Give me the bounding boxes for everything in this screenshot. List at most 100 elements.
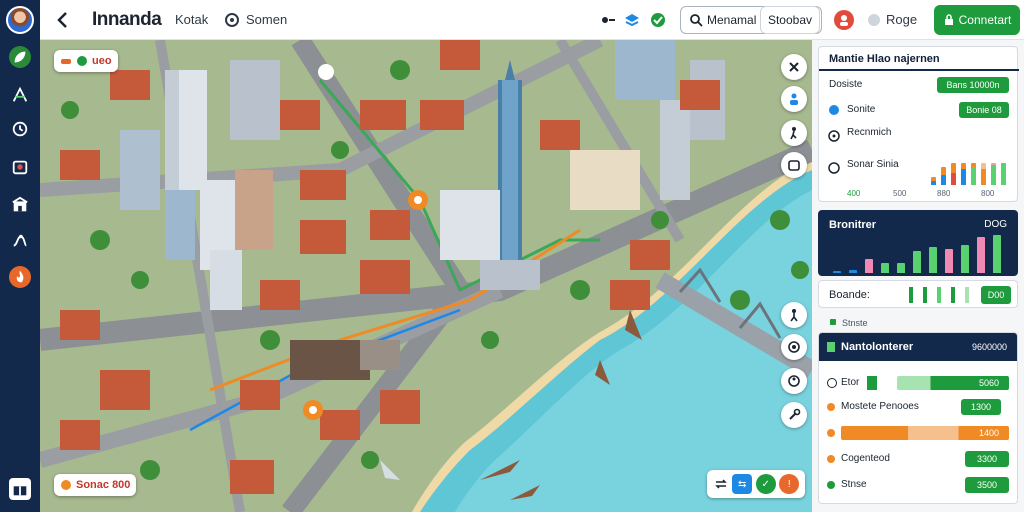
row-icon — [827, 429, 835, 437]
list-label-3: Cogenteod — [841, 453, 890, 464]
building-icon[interactable] — [9, 156, 31, 178]
row-sonite-label: Sonite — [847, 104, 876, 115]
map-scene — [40, 40, 812, 512]
list-value-3: 3300 — [965, 451, 1009, 467]
accessibility-button[interactable] — [781, 368, 807, 394]
caption-marker — [830, 319, 836, 325]
mini-bar — [941, 175, 946, 185]
stats-list-card: Nantolonterer 9600000 Etor 5060 Mostete … — [818, 332, 1018, 504]
traffic-icon — [788, 341, 800, 353]
traffic-button[interactable] — [781, 334, 807, 360]
mini-bar — [931, 181, 936, 185]
clock-icon[interactable] — [9, 118, 31, 140]
map-toolbar: ⇆ ✓ ! — [707, 470, 805, 498]
pin-icon[interactable] — [598, 10, 618, 30]
row-dosiste-label: Dosiste — [829, 79, 863, 90]
lock-icon — [944, 14, 953, 25]
car-icon — [61, 59, 71, 64]
walk-icon — [790, 127, 797, 140]
alert-icon[interactable]: ! — [779, 474, 800, 494]
share-button[interactable] — [781, 152, 807, 178]
row-icon — [827, 481, 835, 489]
stats-list-title: Nantolonterer — [841, 341, 914, 353]
axis-tick: 800 — [981, 189, 995, 198]
summary-bar — [977, 237, 985, 273]
flame-icon[interactable] — [9, 266, 31, 288]
check-badge-icon[interactable] — [648, 10, 668, 30]
summary-bar — [929, 247, 937, 273]
right-panel: Mantie Hlao najernen Dosiste Bans 10000n… — [812, 40, 1024, 512]
map-info-badge[interactable]: ueo — [54, 50, 118, 72]
hiking-button[interactable] — [781, 302, 807, 328]
list-value-2: 1400 — [978, 428, 1000, 438]
gift-icon[interactable] — [9, 478, 31, 500]
route-icon[interactable] — [9, 230, 31, 252]
user-location-button[interactable] — [781, 86, 807, 112]
person-icon — [790, 93, 798, 105]
row-sonite-value: Bonie 08 — [959, 102, 1009, 118]
list-label-0: Etor — [841, 377, 860, 388]
directions-button[interactable] — [781, 120, 807, 146]
search-value: Menamal — [707, 13, 757, 27]
sub-metric-value: D00 — [981, 286, 1011, 304]
list-label-4: Stnse — [841, 479, 867, 490]
list-bar-0 — [867, 376, 877, 390]
chart-icon — [828, 162, 840, 174]
marker-icon — [61, 480, 71, 490]
layers-icon[interactable] — [622, 10, 642, 30]
nav-kotak[interactable]: Kotak — [175, 12, 208, 27]
management-card-title: Mantie Hlao najernen — [829, 53, 940, 65]
summary-card: Bronitrer DOG — [818, 210, 1018, 276]
store-icon[interactable] — [9, 194, 31, 216]
route-swap-icon[interactable] — [713, 476, 729, 492]
summary-title: Bronitrer — [829, 219, 877, 231]
app-title: Innanda — [92, 9, 162, 30]
green-dot-icon — [77, 56, 87, 66]
city-map[interactable]: ueo Sonac 800 ⇆ ✓ ! — [40, 40, 812, 512]
row-icon — [827, 378, 837, 388]
connect-button[interactable]: Connetart — [934, 5, 1020, 35]
stats-list-header: Nantolonterer 9600000 — [819, 333, 1017, 361]
mini-bar — [991, 165, 996, 185]
back-arrow-icon[interactable] — [52, 9, 74, 31]
leaf-icon[interactable] — [9, 46, 31, 68]
confirm-icon[interactable]: ✓ — [755, 474, 776, 494]
settings-icon[interactable] — [222, 10, 242, 30]
sub-bar — [965, 287, 969, 303]
navigation-icon[interactable]: ⇆ — [732, 474, 753, 494]
list-value-0: 5060 — [978, 378, 1000, 388]
left-rail — [0, 0, 40, 512]
mini-bar — [981, 169, 986, 185]
toggle-icon[interactable] — [866, 12, 882, 28]
map-legend-text: Sonac 800 — [76, 479, 131, 491]
summary-bar — [945, 249, 953, 273]
hiker-icon — [790, 309, 798, 322]
compass-icon[interactable] — [9, 84, 31, 106]
sub-bar — [951, 287, 955, 303]
sub-metric-card: Boande: D00 — [818, 280, 1018, 308]
map-legend-badge[interactable]: Sonac 800 — [54, 474, 137, 496]
user-badge-icon[interactable] — [832, 8, 856, 32]
list-value-4: 3500 — [965, 477, 1009, 493]
sub-metric-label: Boande: — [829, 289, 870, 301]
summary-bar — [961, 245, 969, 273]
list-value-1: 1300 — [961, 399, 1001, 415]
summary-bar — [849, 270, 857, 273]
mini-bar — [971, 167, 976, 185]
close-map-button[interactable] — [781, 54, 807, 80]
summary-chart — [829, 233, 1009, 273]
stats-list-value: 9600000 — [971, 342, 1007, 352]
filter-chip[interactable]: Stoobav — [760, 6, 820, 34]
management-card: Mantie Hlao najernen Dosiste Bans 10000n… — [818, 46, 1019, 202]
app-window: Innanda Kotak Somen Menamal Stoobav Roge… — [0, 0, 1024, 512]
section-caption: Stnste — [842, 318, 868, 328]
close-icon — [789, 62, 799, 72]
avatar[interactable] — [6, 6, 34, 34]
tools-button[interactable] — [781, 402, 807, 428]
row-dosiste-value: Bans 10000n — [937, 77, 1009, 93]
summary-bar — [865, 259, 873, 273]
row-recnmich-label: Recnmich — [847, 127, 892, 138]
mini-bar — [961, 169, 966, 185]
nav-somen[interactable]: Somen — [246, 12, 287, 27]
axis-tick: 500 — [893, 189, 907, 198]
